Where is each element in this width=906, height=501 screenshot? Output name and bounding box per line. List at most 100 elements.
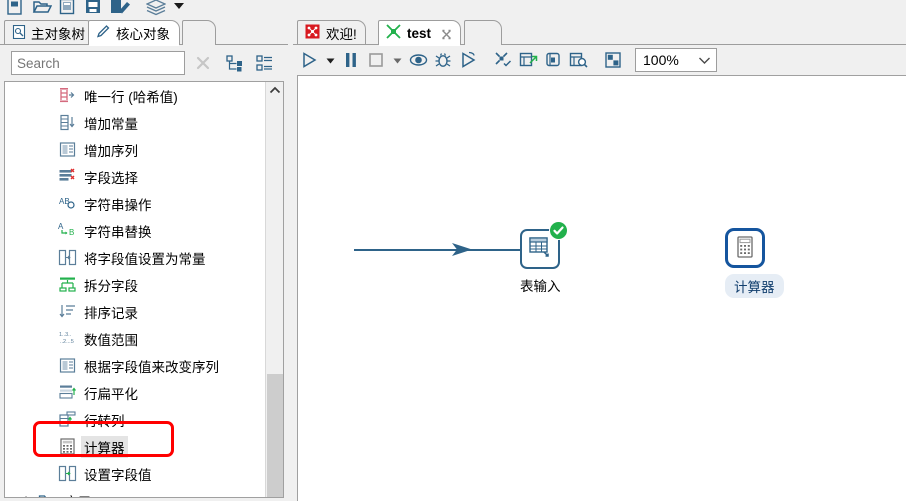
tree-item-add-sequence[interactable]: 增加序列	[5, 136, 265, 163]
verify-transformation-button[interactable]	[491, 48, 515, 72]
tree-item-unique-rows-hash[interactable]: 唯一行 (哈希值)	[5, 82, 265, 109]
application-window: 主对象树 核心对象 Search 唯一行 (哈希值) 增加常量 增加序列 字段选…	[0, 0, 906, 501]
align-button[interactable]	[601, 48, 625, 72]
editor-tab-overflow[interactable]	[464, 20, 502, 45]
zoom-value: 100%	[643, 52, 679, 68]
tree-item-label: 拆分字段	[84, 278, 138, 294]
editor-tab-test[interactable]: test	[378, 20, 462, 46]
chevron-down-icon[interactable]	[698, 52, 711, 68]
run-options-caret-down-icon[interactable]	[322, 48, 338, 72]
document-tree-icon	[12, 24, 26, 42]
add-sequence-icon	[56, 140, 78, 159]
select-values-icon	[56, 167, 78, 186]
tree-item-label: 字段选择	[84, 170, 138, 186]
core-objects-tree[interactable]: 唯一行 (哈希值) 增加常量 增加序列 字段选择 AB 字符串操作 A B 字符…	[4, 81, 284, 498]
tree-item-row-denormaliser[interactable]: 行转列	[5, 406, 265, 433]
tree-item-label: 将字段值设置为常量	[84, 251, 206, 267]
tree-item-set-field-value-constant[interactable]: 将字段值设置为常量	[5, 244, 265, 271]
tree-vertical-scrollbar[interactable]	[265, 82, 283, 497]
sidebar-tab-label: 核心对象	[116, 27, 170, 42]
show-last-preview-button[interactable]	[566, 48, 590, 72]
global-toolbar	[0, 0, 906, 16]
split-fields-icon	[56, 275, 78, 294]
canvas-node-calculator[interactable]: 计算器	[725, 228, 784, 298]
sidebar-search-row	[0, 45, 288, 81]
tree-item-change-sequence[interactable]: 根据字段值来改变序列	[5, 352, 265, 379]
canvas-node-table-input[interactable]: 表输入	[520, 221, 568, 295]
add-constant-icon	[56, 113, 78, 132]
sort-rows-icon	[56, 302, 78, 321]
node-label: 表输入	[520, 279, 561, 294]
search-input[interactable]	[11, 51, 185, 75]
tree-item-string-operations[interactable]: AB 字符串操作	[5, 190, 265, 217]
editor-tab-label: test	[407, 25, 432, 41]
editor-panel: 欢迎! test 100% 表输入 计算器	[293, 17, 906, 501]
hop-line[interactable]	[354, 249, 524, 251]
tree-item-add-constant[interactable]: 增加常量	[5, 109, 265, 136]
clear-search-icon[interactable]	[194, 54, 212, 72]
transformation-canvas[interactable]: 表输入 计算器	[297, 75, 906, 501]
tree-item-sort-rows[interactable]: 排序记录	[5, 298, 265, 325]
scroll-up-icon[interactable]	[266, 82, 283, 99]
left-panel: 主对象树 核心对象 Search 唯一行 (哈希值) 增加常量 增加序列 字段选…	[0, 17, 288, 501]
stop-button[interactable]	[364, 48, 388, 72]
save-as-icon[interactable]	[84, 0, 104, 16]
row-flattener-icon	[56, 383, 78, 402]
tree-item-label: 根据字段值来改变序列	[84, 359, 219, 375]
tree-item-row-flattener[interactable]: 行扁平化	[5, 379, 265, 406]
stop-options-caret-down-icon[interactable]	[389, 48, 405, 72]
editor-tab-bar: 欢迎! test	[293, 17, 906, 46]
transformation-icon	[386, 24, 401, 42]
chevron-right-icon[interactable]	[19, 495, 36, 497]
sidebar-tab-main-object-tree[interactable]: 主对象树	[4, 20, 95, 45]
scrollbar-thumb[interactable]	[267, 374, 283, 497]
expand-tree-icon[interactable]	[224, 53, 244, 73]
tree-item-applications[interactable]: 应用	[5, 487, 265, 498]
tree-item-value-mapper[interactable]: 1..3.. ..2...5 数值范围	[5, 325, 265, 352]
welcome-icon	[305, 24, 320, 42]
sql-button[interactable]	[541, 48, 565, 72]
svg-text:1..3..: 1..3..	[59, 332, 72, 338]
replace-in-string-icon: AB	[56, 221, 78, 240]
value-mapper-icon: 1..3.. ..2...5	[56, 329, 78, 348]
sidebar-tab-bar: 主对象树 核心对象	[0, 17, 288, 46]
svg-text:A: A	[58, 222, 64, 231]
debug-button[interactable]	[431, 48, 455, 72]
pause-button[interactable]	[339, 48, 363, 72]
collapse-tree-icon[interactable]	[254, 53, 274, 73]
change-sequence-icon	[56, 356, 78, 375]
edit-file-icon[interactable]	[110, 0, 130, 16]
tree-item-split-fields[interactable]: 拆分字段	[5, 271, 265, 298]
tree-item-replace-in-string[interactable]: AB 字符串替换	[5, 217, 265, 244]
node-box[interactable]	[520, 221, 568, 269]
node-label: 计算器	[725, 274, 784, 298]
tree-item-set-field-value[interactable]: 设置字段值	[5, 460, 265, 487]
sidebar-tab-core-objects[interactable]: 核心对象	[88, 20, 180, 46]
run-button[interactable]	[297, 48, 321, 72]
set-field-value-icon	[56, 464, 78, 483]
tree-item-select-values[interactable]: 字段选择	[5, 163, 265, 190]
tree-item-calculator[interactable]: 计算器	[5, 433, 265, 460]
replay-button[interactable]	[456, 48, 480, 72]
impact-analysis-button[interactable]	[516, 48, 540, 72]
save-icon[interactable]	[58, 0, 78, 16]
zoom-combo[interactable]: 100%	[635, 48, 717, 72]
tree-item-list: 唯一行 (哈希值) 增加常量 增加序列 字段选择 AB 字符串操作 A B 字符…	[5, 82, 265, 498]
dropdown-caret-icon[interactable]	[172, 0, 192, 16]
tree-item-label: 计算器	[81, 435, 128, 458]
sidebar-tab-overflow[interactable]	[182, 20, 216, 45]
tree-item-label: 唯一行 (哈希值)	[84, 89, 178, 105]
layers-icon[interactable]	[146, 0, 166, 16]
node-box[interactable]	[725, 228, 765, 268]
close-icon[interactable]	[441, 28, 452, 39]
folder-icon	[36, 493, 58, 497]
editor-tab-welcome[interactable]: 欢迎!	[297, 20, 366, 45]
sidebar-tab-label: 主对象树	[31, 27, 85, 42]
new-file-icon[interactable]	[6, 0, 26, 16]
tree-item-label: 排序记录	[84, 305, 138, 321]
open-folder-icon[interactable]	[32, 0, 52, 16]
tree-item-label: 应用	[64, 491, 91, 498]
preview-button[interactable]	[406, 48, 430, 72]
calculator-icon	[734, 235, 756, 262]
pencil-icon	[96, 24, 111, 42]
